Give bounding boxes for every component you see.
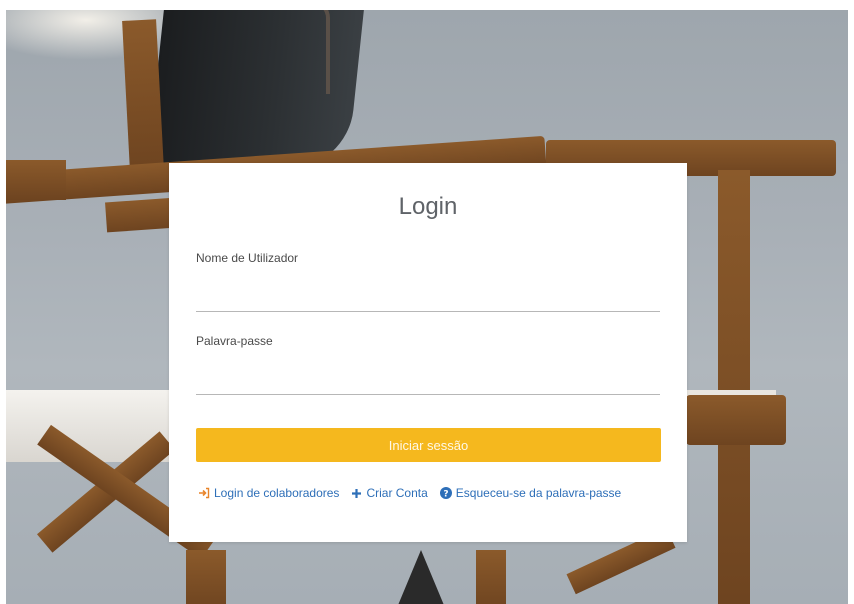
- password-label: Palavra-passe: [196, 334, 273, 348]
- login-title: Login: [398, 193, 458, 220]
- collaborators-login-label: Login de colaboradores: [214, 486, 340, 500]
- lamp-arm: [306, 10, 330, 94]
- question-circle-icon: ?: [439, 487, 452, 499]
- password-input[interactable]: [196, 368, 660, 395]
- chair-leg: [718, 170, 750, 604]
- login-button[interactable]: Iniciar sessão: [196, 428, 661, 462]
- create-account-link[interactable]: Criar Conta: [351, 486, 428, 500]
- svg-text:?: ?: [443, 489, 448, 499]
- forgot-password-label: Esqueceu-se da palavra-passe: [455, 486, 622, 500]
- chair-rail: [6, 160, 66, 200]
- chair-leg: [186, 550, 226, 604]
- chair-leg: [476, 550, 506, 604]
- chair-seat-frame: [686, 395, 786, 445]
- username-input[interactable]: [196, 285, 660, 312]
- forgot-password-link[interactable]: ? Esqueceu-se da palavra-passe: [439, 486, 622, 500]
- username-label: Nome de Utilizador: [196, 251, 299, 265]
- lamp-shade: [147, 10, 365, 170]
- chair-rail: [105, 197, 177, 233]
- sign-in-icon: [198, 487, 210, 499]
- plus-icon: [351, 488, 362, 499]
- collaborators-login-link[interactable]: Login de colaboradores: [198, 486, 339, 500]
- create-account-label: Criar Conta: [366, 486, 428, 500]
- login-links: Login de colaboradores Criar Conta ? Esq…: [198, 484, 668, 502]
- chair-shadow: [396, 550, 446, 604]
- login-card: Login Nome de Utilizador Palavra-passe I…: [169, 163, 687, 542]
